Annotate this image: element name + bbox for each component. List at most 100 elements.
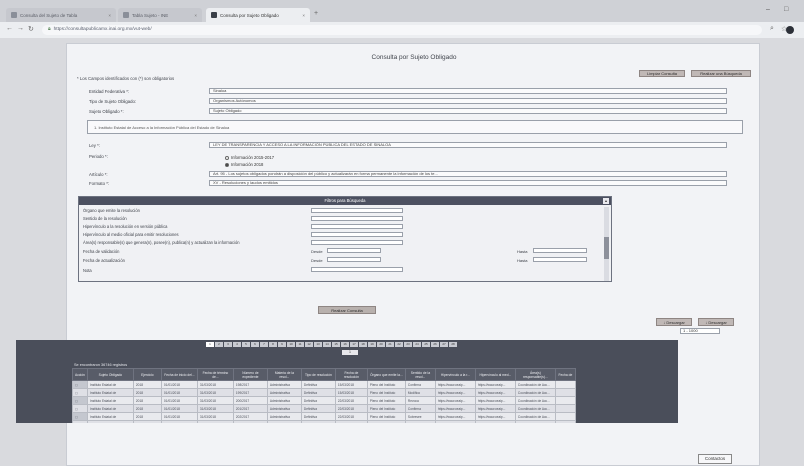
fecha-validacion-desde-input[interactable] bbox=[327, 248, 381, 253]
page-button[interactable]: 6 bbox=[251, 342, 259, 347]
page-button[interactable]: 8 bbox=[269, 342, 277, 347]
close-tab-icon[interactable]: × bbox=[108, 13, 111, 18]
page-button[interactable]: 20 bbox=[377, 342, 385, 347]
download-button-left[interactable]: ↓ Descargar bbox=[656, 318, 692, 326]
column-header[interactable]: Área(s) responsable(s)... bbox=[514, 368, 556, 381]
filter-hipervinculo-medio-input[interactable] bbox=[311, 232, 403, 237]
filter-area-input[interactable] bbox=[311, 240, 403, 245]
column-header[interactable]: Hipervínculo a la r... bbox=[434, 368, 476, 381]
page-button[interactable]: 4 bbox=[233, 342, 241, 347]
periodo-option-2018[interactable]: Información 2018 bbox=[225, 162, 263, 167]
minimize-icon[interactable]: – bbox=[766, 6, 770, 13]
filter-hipervinculo-resolucion-input[interactable] bbox=[311, 224, 403, 229]
close-tab-icon[interactable]: × bbox=[194, 13, 197, 18]
new-tab-icon[interactable]: + bbox=[314, 10, 318, 17]
column-header[interactable]: Acción bbox=[72, 368, 88, 381]
profile-avatar-icon[interactable] bbox=[786, 26, 794, 34]
page-button[interactable]: 24 bbox=[413, 342, 421, 347]
fecha-validacion-hasta-input[interactable] bbox=[533, 248, 587, 253]
page-button[interactable]: 26 bbox=[431, 342, 439, 347]
table-row[interactable]: ▢Instituto Estatal de201801/01/201831/03… bbox=[72, 412, 576, 421]
sujeto-obligado-select[interactable]: Sujeto Obligado bbox=[209, 108, 727, 114]
contacts-chip[interactable]: Contactos bbox=[698, 454, 732, 464]
page-button[interactable]: 9 bbox=[278, 342, 286, 347]
radio-selected-icon[interactable] bbox=[225, 162, 229, 167]
table-row[interactable]: ▢Instituto Estatal de201801/01/201831/03… bbox=[72, 404, 576, 413]
scrollbar-thumb[interactable] bbox=[604, 237, 609, 259]
filters-scrollbar[interactable] bbox=[604, 207, 609, 281]
page-button[interactable]: 27 bbox=[440, 342, 448, 347]
column-header[interactable]: Sentido de la resol... bbox=[404, 368, 436, 381]
row-view-icon[interactable]: ▢ bbox=[72, 404, 88, 413]
column-header[interactable]: Materia de la resol... bbox=[266, 368, 302, 381]
column-header[interactable]: Número de expediente bbox=[232, 368, 268, 381]
maximize-icon[interactable]: □ bbox=[784, 6, 788, 13]
fecha-actualizacion-desde-input[interactable] bbox=[327, 257, 381, 262]
page-button[interactable]: 12 bbox=[305, 342, 313, 347]
page-button[interactable]: 22 bbox=[395, 342, 403, 347]
column-header[interactable]: Ejercicio bbox=[132, 368, 162, 381]
radio-icon[interactable] bbox=[225, 155, 229, 160]
page-button[interactable]: 13 bbox=[314, 342, 322, 347]
page-button[interactable]: 28 bbox=[449, 342, 457, 347]
formato-select[interactable]: XV - Resoluciones y laudos emitidos bbox=[209, 180, 727, 186]
row-view-icon[interactable]: ▢ bbox=[72, 388, 88, 397]
run-query-button[interactable]: Realizar Consulta bbox=[318, 306, 376, 314]
column-header[interactable]: Órgano que emite la... bbox=[366, 368, 406, 381]
close-tab-icon[interactable]: × bbox=[302, 13, 305, 18]
page-button[interactable]: 10 bbox=[287, 342, 295, 347]
filter-sentido-input[interactable] bbox=[311, 216, 403, 221]
periodo-option-2015[interactable]: Información 2015-2017 bbox=[225, 155, 274, 160]
page-button[interactable]: 17 bbox=[350, 342, 358, 347]
zoom-icon[interactable]: ⌕ bbox=[770, 25, 774, 33]
page-button[interactable]: 18 bbox=[359, 342, 367, 347]
filter-organo-input[interactable] bbox=[311, 208, 403, 213]
page-button[interactable]: 19 bbox=[368, 342, 376, 347]
table-row[interactable]: ▢Instituto Estatal de201801/01/201831/03… bbox=[72, 396, 576, 405]
entidad-select[interactable]: Sinaloa bbox=[209, 88, 727, 94]
row-view-icon[interactable]: ▢ bbox=[72, 412, 88, 421]
page-size-field[interactable]: 1 - 1000 bbox=[680, 328, 720, 334]
ley-select[interactable]: LEY DE TRANSPARENCIA Y ACCESO A LA INFOR… bbox=[209, 142, 727, 148]
column-header[interactable]: Tipo de resolución bbox=[300, 368, 336, 381]
column-header[interactable]: Fecha de término de... bbox=[196, 368, 234, 381]
column-header[interactable]: Hipervínculo al med... bbox=[474, 368, 516, 381]
table-row[interactable]: ▢Instituto Estatal de201801/01/201831/03… bbox=[72, 380, 576, 389]
page-button[interactable]: 3 bbox=[224, 342, 232, 347]
clear-query-button[interactable]: Limpiar Consulta bbox=[639, 70, 685, 77]
page-button[interactable]: 15 bbox=[332, 342, 340, 347]
page-button[interactable]: 14 bbox=[323, 342, 331, 347]
row-view-icon[interactable]: ▢ bbox=[72, 380, 88, 389]
page-button[interactable]: 2 bbox=[215, 342, 223, 347]
page-button[interactable]: 16 bbox=[341, 342, 349, 347]
column-header[interactable]: Fecha de bbox=[554, 368, 576, 381]
column-header[interactable]: Fecha de resolución bbox=[334, 368, 368, 381]
url-field[interactable]: 🔒︎ https://consultapublicamx.inai.org.mx/… bbox=[42, 25, 762, 35]
row-view-icon[interactable]: ▢ bbox=[72, 420, 88, 423]
current-page-indicator[interactable]: 1 bbox=[342, 350, 358, 355]
reload-icon[interactable]: ↻ bbox=[28, 25, 34, 33]
browser-tab-active[interactable]: Consulta por Sujeto Obligado × bbox=[206, 8, 310, 22]
column-header[interactable]: Sujeto Obligado bbox=[86, 368, 134, 381]
table-row[interactable]: ▢Instituto Estatal de201801/01/201831/03… bbox=[72, 388, 576, 397]
tipo-sujeto-select[interactable]: Organismos Autónomos bbox=[209, 98, 727, 104]
filter-nota-input[interactable] bbox=[311, 267, 403, 272]
page-button[interactable]: 11 bbox=[296, 342, 304, 347]
column-header[interactable]: Fecha de inicio del... bbox=[160, 368, 198, 381]
fecha-actualizacion-hasta-input[interactable] bbox=[533, 257, 587, 262]
new-search-button[interactable]: Realizar una Búsqueda bbox=[691, 70, 751, 77]
download-button-right[interactable]: ↓ Descargar bbox=[698, 318, 734, 326]
table-row[interactable]: ▢Instituto Estatal de201801/01/201831/03… bbox=[72, 420, 576, 423]
forward-icon[interactable]: → bbox=[17, 25, 24, 32]
page-button[interactable]: 21 bbox=[386, 342, 394, 347]
back-icon[interactable]: ← bbox=[6, 25, 13, 32]
collapse-filters-icon[interactable]: ▴ bbox=[603, 198, 609, 204]
browser-tab[interactable]: Tabla Sujeto - INE × bbox=[118, 8, 202, 22]
articulo-select[interactable]: Art. 95 - Los sujetos obligados pondrán … bbox=[209, 171, 727, 177]
page-button[interactable]: 1 bbox=[206, 342, 214, 347]
page-button[interactable]: 5 bbox=[242, 342, 250, 347]
browser-tab[interactable]: Consulta del Sujeto de Tabla × bbox=[6, 8, 116, 22]
row-view-icon[interactable]: ▢ bbox=[72, 396, 88, 405]
page-button[interactable]: 25 bbox=[422, 342, 430, 347]
page-button[interactable]: 23 bbox=[404, 342, 412, 347]
